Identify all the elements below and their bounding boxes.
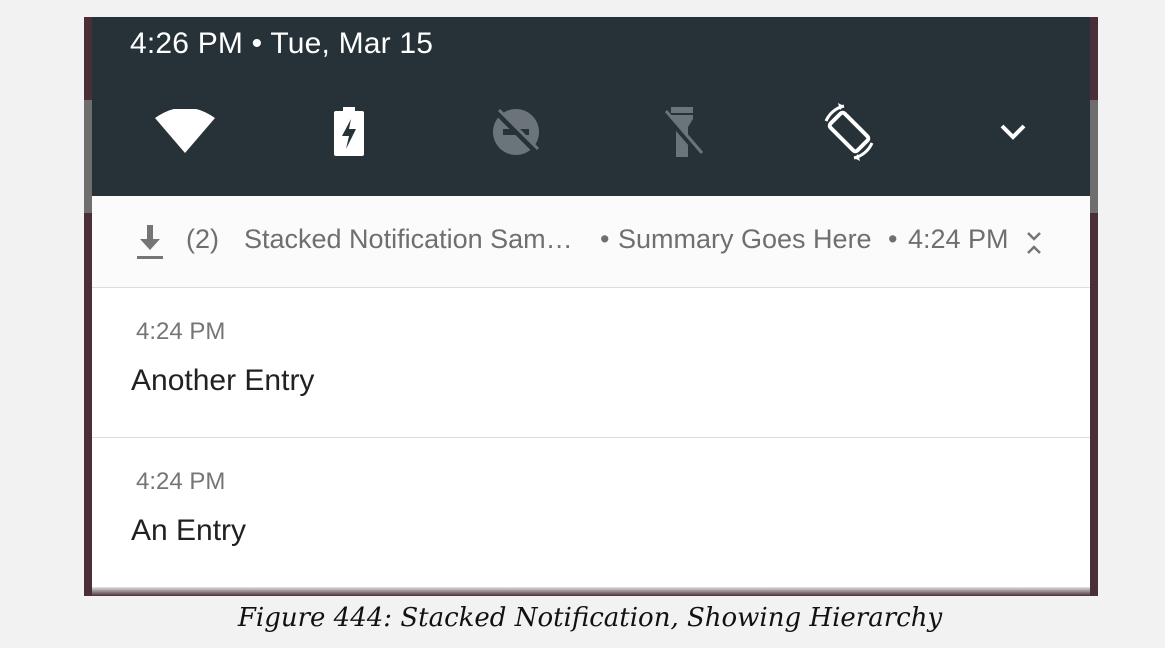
notification-time: 4:24 PM	[908, 224, 1009, 254]
phone-screen: 4:26 PM • Tue, Mar 15 (2) Stacked Notifi…	[84, 17, 1098, 596]
entry-title: An Entry	[131, 514, 247, 547]
expand-quick-settings-button[interactable]	[968, 97, 1058, 167]
notification-count: (2)	[186, 224, 219, 254]
notification-entry[interactable]: 4:24 PM Another Entry	[92, 288, 1090, 438]
background-app-edge-right	[1090, 100, 1098, 213]
header-separator: •	[888, 224, 898, 254]
notification-header[interactable]: (2) Stacked Notification Sam… • Summary …	[92, 196, 1090, 288]
wifi-icon	[155, 109, 215, 153]
notification-entry[interactable]: 4:24 PM An Entry	[92, 438, 1090, 588]
do-not-disturb-tile[interactable]	[471, 97, 561, 167]
notification-app-name: Stacked Notification Sam…	[244, 224, 573, 254]
battery-charging-icon	[334, 107, 364, 156]
entry-title: Another Entry	[131, 364, 315, 397]
wifi-tile[interactable]	[140, 97, 230, 167]
header-separator: •	[600, 224, 610, 254]
download-icon	[137, 225, 163, 259]
battery-tile[interactable]	[304, 97, 394, 167]
flashlight-off-icon	[662, 107, 704, 157]
chevron-down-icon	[1000, 124, 1026, 140]
auto-rotate-tile[interactable]	[804, 97, 894, 167]
flashlight-tile[interactable]	[637, 97, 727, 167]
status-datetime: 4:26 PM • Tue, Mar 15	[130, 27, 434, 60]
card-shadow	[92, 588, 1090, 596]
auto-rotate-icon	[824, 103, 874, 161]
entry-time: 4:24 PM	[136, 318, 226, 345]
notification-summary: Summary Goes Here	[618, 224, 872, 254]
collapse-icon[interactable]	[1026, 231, 1042, 255]
notification-shade: 4:26 PM • Tue, Mar 15	[92, 17, 1090, 196]
figure-caption: Figure 444: Stacked Notification, Showin…	[237, 603, 943, 633]
stacked-notification[interactable]: (2) Stacked Notification Sam… • Summary …	[92, 196, 1090, 588]
entry-time: 4:24 PM	[136, 468, 226, 495]
do-not-disturb-off-icon	[493, 108, 540, 155]
quick-settings-row	[92, 97, 1090, 167]
